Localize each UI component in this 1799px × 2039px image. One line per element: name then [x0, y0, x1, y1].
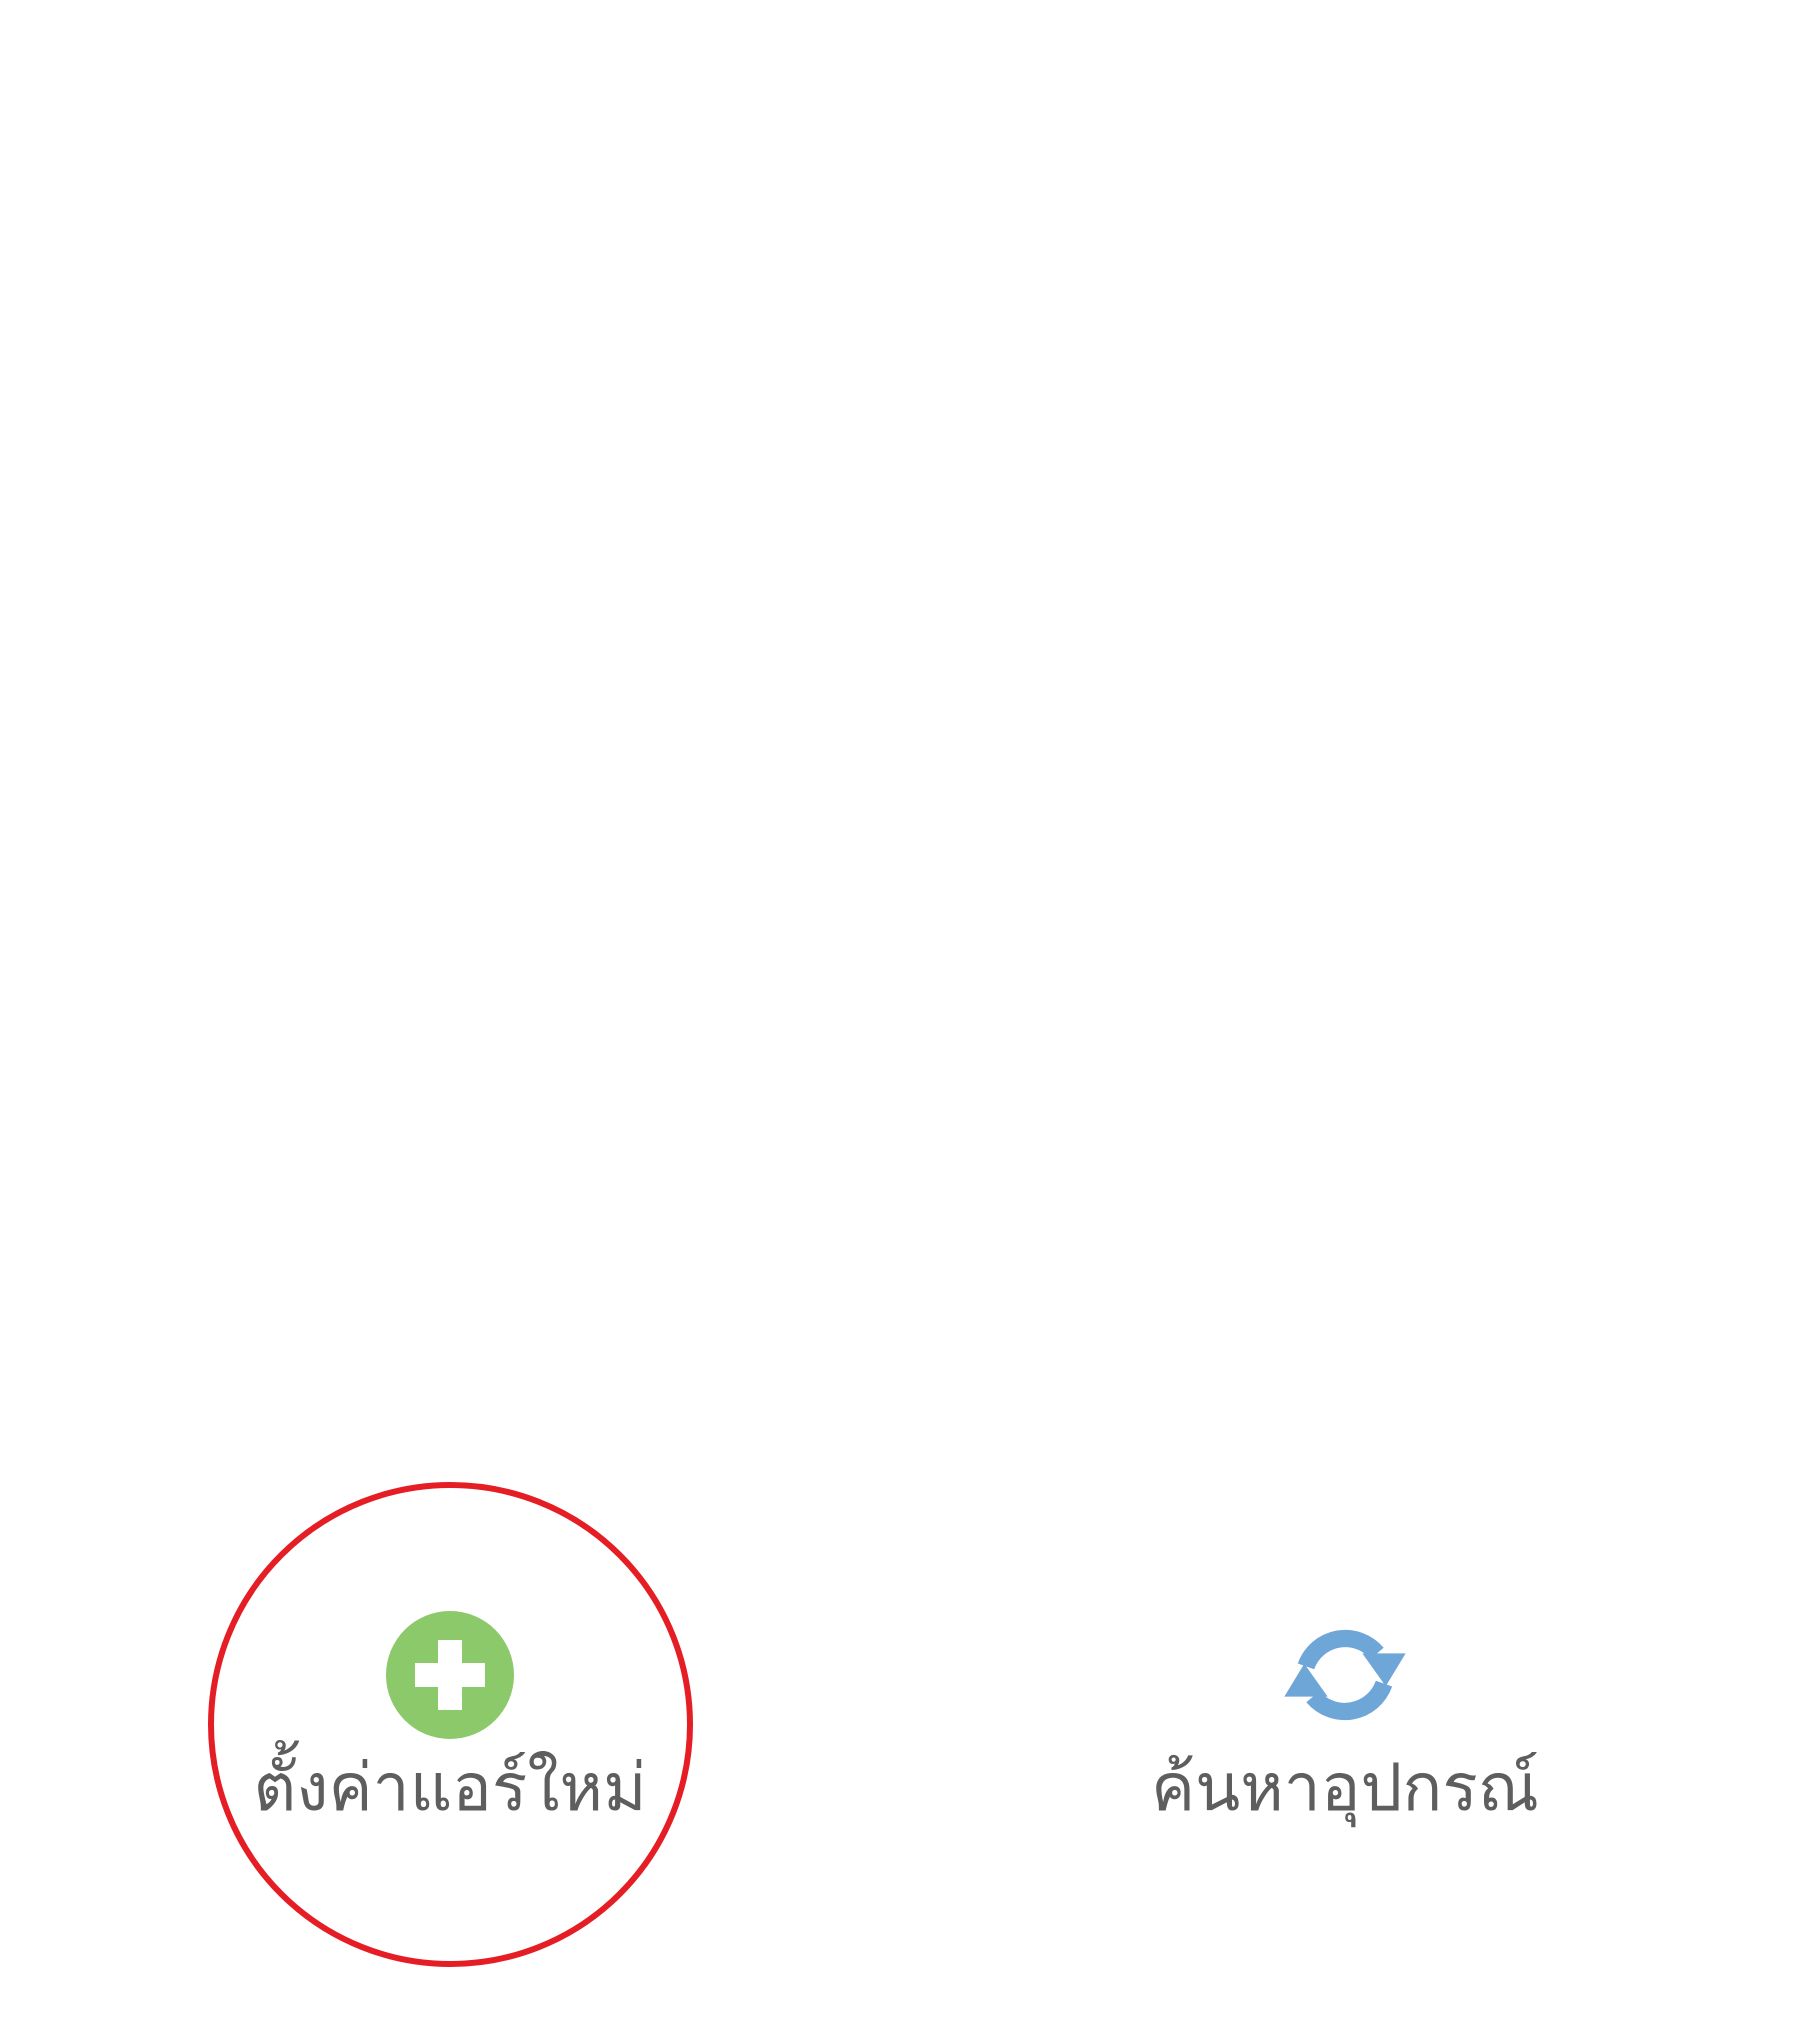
new-aircon-setup-label: ตั้งค่าแอร์ใหม่ [253, 1749, 647, 1826]
new-aircon-setup-button[interactable]: ตั้งค่าแอร์ใหม่ [250, 1610, 650, 1827]
search-device-label: ค้นหาอุปกรณ์ [1150, 1749, 1539, 1826]
refresh-icon [1284, 1629, 1406, 1721]
app-screen: ตั้งค่าแอร์ใหม่ ค้นหาอุปกรณ์ [0, 0, 1799, 2039]
search-device-button[interactable]: ค้นหาอุปกรณ์ [1145, 1610, 1545, 1827]
plus-circle-icon [386, 1611, 514, 1739]
